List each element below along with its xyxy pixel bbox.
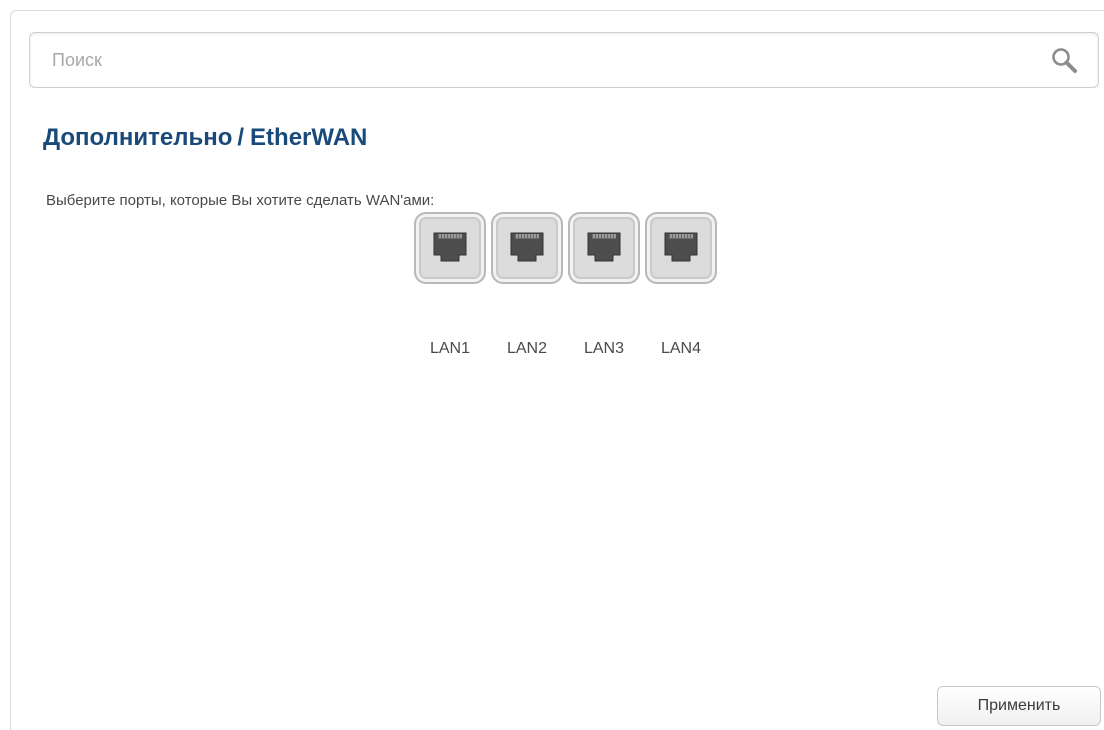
ethernet-port-icon[interactable] xyxy=(491,212,563,284)
breadcrumb-section: Дополнительно xyxy=(43,124,233,151)
instruction-text: Выберите порты, которые Вы хотите сделат… xyxy=(46,192,435,209)
port-label: LAN1 xyxy=(429,340,471,357)
page-title: Дополнительно / EtherWAN xyxy=(43,124,367,152)
port-selector: LAN1 LAN2 LAN3 LAN4 xyxy=(414,212,724,372)
port-label: LAN3 xyxy=(583,340,625,357)
ethernet-port-icon[interactable] xyxy=(414,212,486,284)
search-input[interactable] xyxy=(52,47,1012,73)
breadcrumb-separator: / xyxy=(237,124,245,151)
port-label: LAN2 xyxy=(506,340,548,357)
port-lan4[interactable]: LAN4 xyxy=(645,212,717,357)
breadcrumb-page: EtherWAN xyxy=(250,124,368,151)
ethernet-port-icon[interactable] xyxy=(645,212,717,284)
ethernet-port-icon[interactable] xyxy=(568,212,640,284)
search-icon[interactable] xyxy=(1050,46,1078,74)
apply-button[interactable]: Применить xyxy=(937,686,1101,726)
port-label: LAN4 xyxy=(660,340,702,357)
search-bar[interactable] xyxy=(29,32,1099,88)
port-lan1[interactable]: LAN1 xyxy=(414,212,486,357)
port-lan3[interactable]: LAN3 xyxy=(568,212,640,357)
port-lan2[interactable]: LAN2 xyxy=(491,212,563,357)
